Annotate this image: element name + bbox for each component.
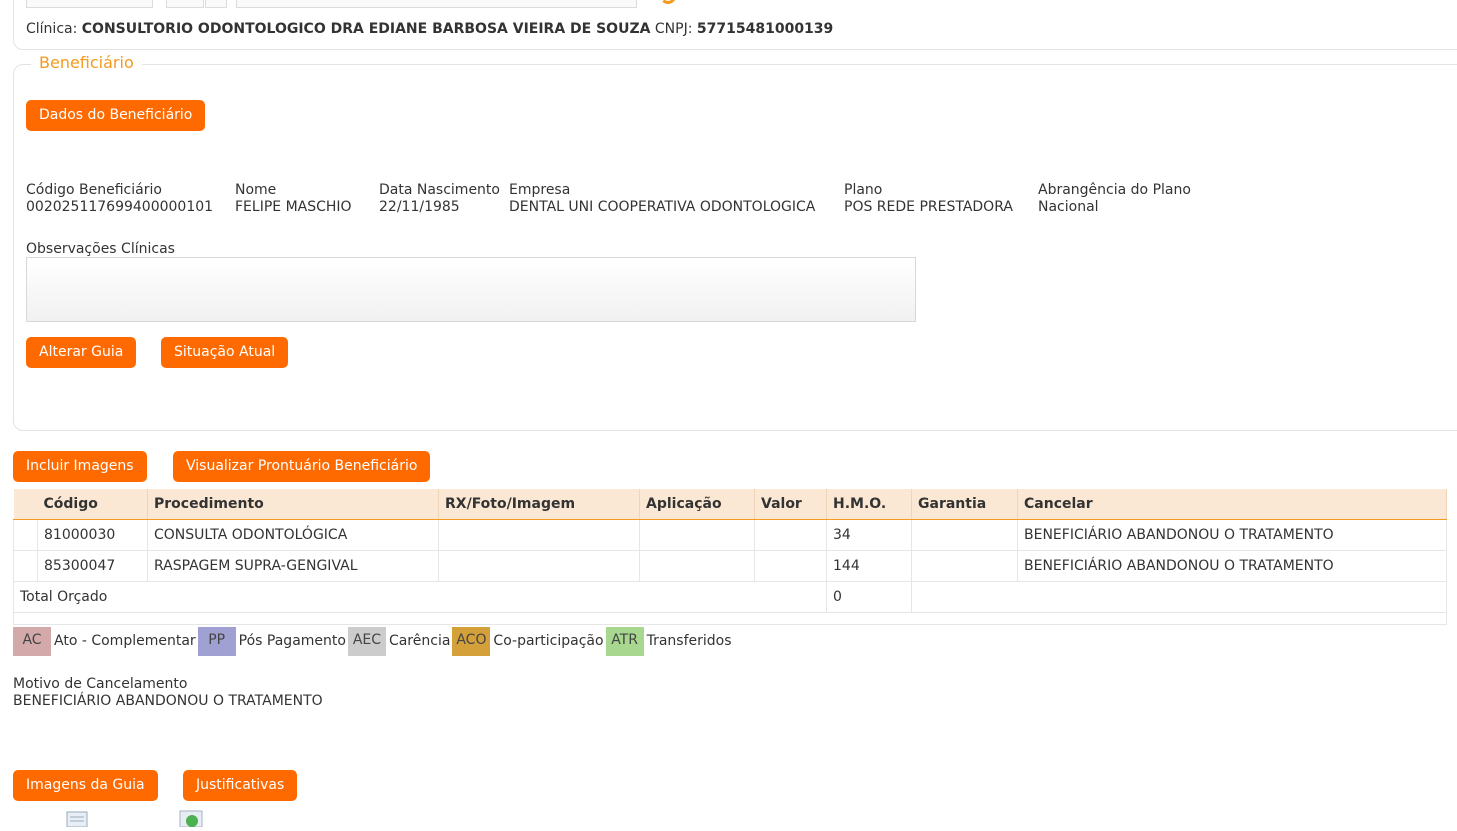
- clinic-info: Clínica: CONSULTORIO ODONTOLOGICO DRA ED…: [26, 21, 833, 37]
- nascimento-label: Data Nascimento: [379, 182, 500, 198]
- cell-hmo: 144: [826, 549, 912, 582]
- plano-field: Plano POS REDE PRESTADORA: [844, 182, 1013, 216]
- obs-label: Observações Clínicas: [26, 241, 175, 257]
- cell-valor: [754, 549, 827, 582]
- table-footer-spacer: [13, 611, 1447, 625]
- cell-aplicacao: [639, 549, 755, 582]
- th-garantia: Garantia: [911, 489, 1018, 520]
- obs-textarea[interactable]: [26, 257, 916, 322]
- cell-rx: [438, 518, 640, 551]
- th-cancelar: Cancelar: [1017, 489, 1447, 520]
- legend-label-atr: Transferidos: [646, 633, 732, 649]
- total-empty: [911, 580, 1447, 613]
- clinic-label: Clínica:: [26, 21, 78, 37]
- th-aplicacao: Aplicação: [639, 489, 755, 520]
- visualizar-prontuario-button[interactable]: Visualizar Prontuário Beneficiário: [173, 451, 431, 482]
- document-icon[interactable]: [64, 809, 90, 828]
- cell-cancelar: BENEFICIÁRIO ABANDONOU O TRATAMENTO: [1017, 518, 1447, 551]
- cell-rx: [438, 549, 640, 582]
- procedures-table: Código Procedimento RX/Foto/Imagem Aplic…: [13, 489, 1447, 625]
- cancelamento-section: Motivo de Cancelamento BENEFICIÁRIO ABAN…: [13, 676, 323, 710]
- justificativas-button[interactable]: Justificativas: [183, 770, 298, 801]
- empresa-field: Empresa DENTAL UNI COOPERATIVA ODONTOLOG…: [509, 182, 815, 216]
- cell-valor: [754, 518, 827, 551]
- dados-beneficiario-button[interactable]: Dados do Beneficiário: [26, 100, 206, 131]
- situacao-atual-button[interactable]: Situação Atual: [161, 337, 289, 368]
- legend-label-aec: Carência: [388, 633, 451, 649]
- legend-label-ac: Ato - Complementar: [54, 633, 196, 649]
- abrangencia-value: Nacional: [1038, 199, 1099, 215]
- imagens-guia-button[interactable]: Imagens da Guia: [13, 770, 158, 801]
- cell-garantia: [911, 549, 1018, 582]
- nascimento-value: 22/11/1985: [379, 199, 460, 215]
- alterar-guia-button[interactable]: Alterar Guia: [26, 337, 137, 368]
- legend-chip-ac: AC: [13, 626, 51, 656]
- cnpj-value: 57715481000139: [696, 21, 834, 37]
- cancelamento-label: Motivo de Cancelamento: [13, 676, 188, 692]
- cell-hmo: 34: [826, 518, 912, 551]
- row-select[interactable]: [13, 518, 38, 551]
- cell-aplicacao: [639, 518, 755, 551]
- th-rx: RX/Foto/Imagem: [438, 489, 640, 520]
- nome-field: Nome FELIPE MASCHIO: [235, 182, 352, 216]
- cancelamento-value: BENEFICIÁRIO ABANDONOU O TRATAMENTO: [13, 693, 323, 709]
- empresa-label: Empresa: [509, 182, 571, 198]
- codigo-label: Código Beneficiário: [26, 182, 162, 198]
- table-header-select: [13, 489, 38, 520]
- th-procedimento: Procedimento: [147, 489, 439, 520]
- row-select[interactable]: [13, 549, 38, 582]
- th-valor: Valor: [754, 489, 827, 520]
- abrangencia-field: Abrangência do Plano Nacional: [1038, 182, 1191, 216]
- table-row[interactable]: 85300047 RASPAGEM SUPRA-GENGIVAL 144 BEN…: [13, 549, 1447, 582]
- nascimento-field: Data Nascimento 22/11/1985: [379, 182, 500, 216]
- cell-procedimento: CONSULTA ODONTOLÓGICA: [147, 518, 439, 551]
- cell-codigo: 81000030: [37, 518, 148, 551]
- abrangencia-label: Abrangência do Plano: [1038, 182, 1191, 198]
- nome-value: FELIPE MASCHIO: [235, 199, 352, 215]
- status-legend: AC Ato - Complementar PP Pós Pagamento A…: [13, 626, 734, 656]
- legend-chip-aec: AEC: [347, 626, 386, 656]
- codigo-field: Código Beneficiário 00202511769940000010…: [26, 182, 213, 216]
- legend-label-pp: Pós Pagamento: [238, 633, 346, 649]
- cell-cancelar: BENEFICIÁRIO ABANDONOU O TRATAMENTO: [1017, 549, 1447, 582]
- beneficiario-fieldset: [13, 64, 1457, 431]
- nome-label: Nome: [235, 182, 277, 198]
- beneficiario-section-title: Beneficiário: [31, 53, 142, 72]
- legend-chip-atr: ATR: [605, 626, 644, 656]
- table-row[interactable]: 81000030 CONSULTA ODONTOLÓGICA 34 BENEFI…: [13, 518, 1447, 551]
- table-header-row: Código Procedimento RX/Foto/Imagem Aplic…: [13, 489, 1447, 520]
- cell-codigo: 85300047: [37, 549, 148, 582]
- th-hmo: H.M.O.: [826, 489, 912, 520]
- clinic-name: CONSULTORIO ODONTOLOGICO DRA EDIANE BARB…: [81, 21, 651, 37]
- cell-procedimento: RASPAGEM SUPRA-GENGIVAL: [147, 549, 439, 582]
- plano-value: POS REDE PRESTADORA: [844, 199, 1013, 215]
- plano-label: Plano: [844, 182, 883, 198]
- total-hmo: 0: [826, 580, 912, 613]
- empresa-value: DENTAL UNI COOPERATIVA ODONTOLOGICA: [509, 199, 816, 215]
- image-add-icon[interactable]: [178, 809, 204, 828]
- legend-chip-aco: ACO: [452, 626, 491, 656]
- total-row: Total Orçado 0: [13, 580, 1447, 613]
- incluir-imagens-button[interactable]: Incluir Imagens: [13, 451, 147, 482]
- cnpj-label: CNPJ:: [654, 21, 693, 37]
- total-label: Total Orçado: [13, 580, 827, 613]
- legend-chip-pp: PP: [197, 626, 236, 656]
- cell-garantia: [911, 518, 1018, 551]
- legend-label-aco: Co-participação: [493, 633, 604, 649]
- th-codigo: Código: [37, 489, 148, 520]
- codigo-value: 00202511769940000010​1: [26, 199, 214, 215]
